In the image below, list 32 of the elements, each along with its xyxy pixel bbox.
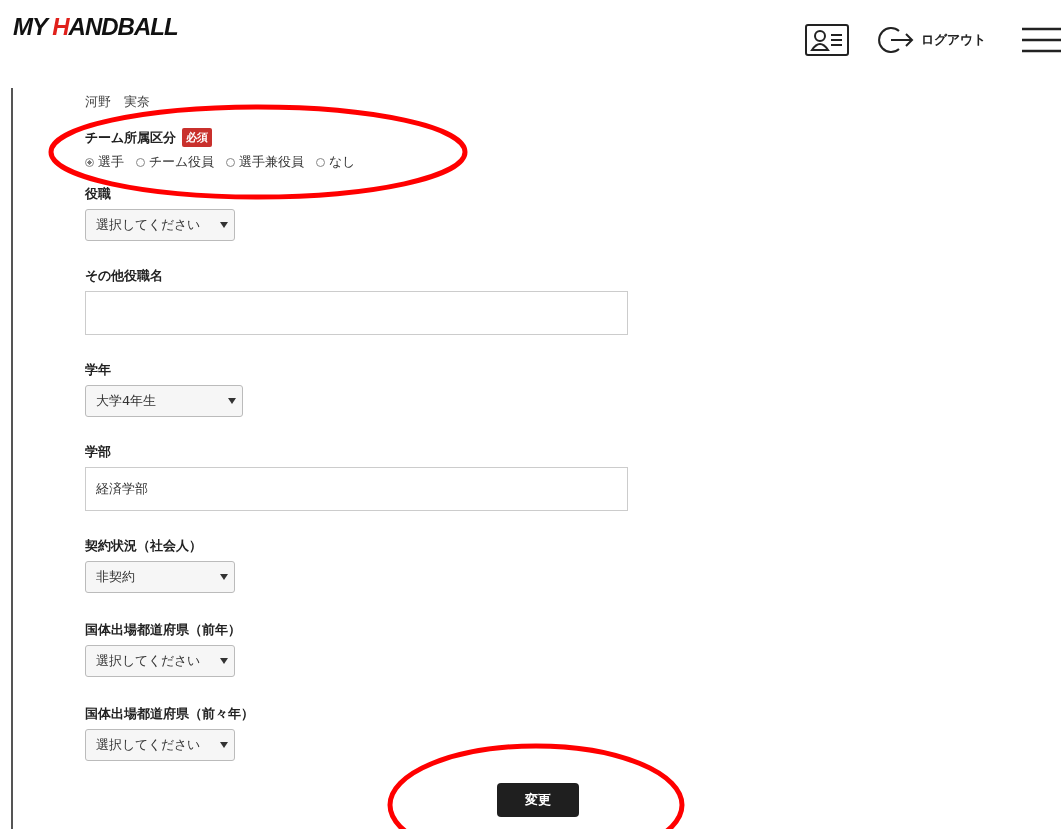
- field-label: 学部: [85, 443, 111, 461]
- select-dropdown[interactable]: 選択してください: [85, 209, 235, 241]
- user-name: 河野 実奈: [85, 94, 151, 110]
- radio-option[interactable]: なし: [316, 153, 355, 171]
- menu-icon[interactable]: [1022, 26, 1061, 54]
- select-dropdown[interactable]: 非契約: [85, 561, 235, 593]
- logout-button[interactable]: ログアウト: [877, 25, 986, 55]
- caret-icon: [220, 742, 228, 748]
- field-label: 国体出場都道府県（前々年）: [85, 705, 254, 723]
- select-dropdown[interactable]: 大学4年生: [85, 385, 243, 417]
- field-label: その他役職名: [85, 267, 163, 285]
- field-label: 国体出場都道府県（前年）: [85, 621, 241, 639]
- logo[interactable]: MY HANDBALL: [13, 13, 178, 41]
- select-dropdown[interactable]: 選択してください: [85, 645, 235, 677]
- input-field[interactable]: [85, 291, 628, 335]
- logout-icon: [877, 25, 915, 55]
- caret-icon: [220, 222, 228, 228]
- required-badge: 必須: [182, 128, 212, 147]
- submit-button[interactable]: 変更: [497, 783, 579, 817]
- field-label: 学年: [85, 361, 111, 379]
- caret-icon: [228, 398, 236, 404]
- field-label: 契約状況（社会人）: [85, 537, 202, 555]
- radio-option[interactable]: チーム役員: [136, 153, 214, 171]
- field-label: チーム所属区分: [85, 128, 176, 147]
- select-dropdown[interactable]: 選択してください: [85, 729, 235, 761]
- caret-icon: [220, 574, 228, 580]
- caret-icon: [220, 658, 228, 664]
- profile-card-icon[interactable]: [805, 24, 849, 56]
- radio-option[interactable]: 選手: [85, 153, 124, 171]
- field-label: 役職: [85, 185, 111, 203]
- input-field[interactable]: 経済学部: [85, 467, 628, 511]
- radio-option[interactable]: 選手兼役員: [226, 153, 304, 171]
